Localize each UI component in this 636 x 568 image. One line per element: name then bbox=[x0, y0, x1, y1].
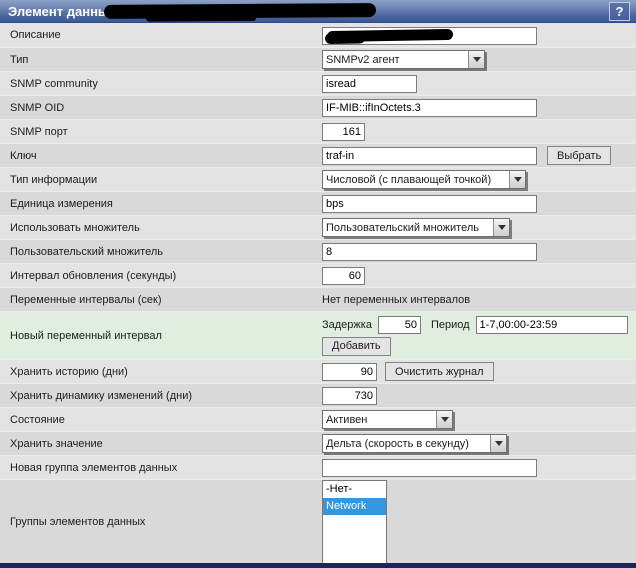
row-store-value: Хранить значение Дельта (скорость в секу… bbox=[0, 431, 636, 455]
chevron-down-icon bbox=[493, 219, 509, 236]
row-keep-trends: Хранить динамику изменений (дни) bbox=[0, 383, 636, 407]
type-select[interactable]: SNMPv2 агент bbox=[322, 50, 485, 69]
period-label: Период bbox=[430, 318, 470, 331]
row-units: Единица измерения bbox=[0, 191, 636, 215]
keep-trends-label: Хранить динамику изменений (дни) bbox=[10, 389, 193, 402]
store-value-label: Хранить значение bbox=[10, 437, 103, 450]
keep-trends-input[interactable] bbox=[322, 386, 377, 405]
keep-history-label: Хранить историю (дни) bbox=[10, 365, 128, 378]
row-app-groups: Группы элементов данных -Нет- Network bbox=[0, 479, 636, 564]
chevron-down-icon bbox=[509, 171, 525, 188]
key-input[interactable] bbox=[322, 146, 537, 165]
update-interval-label: Интервал обновления (секунды) bbox=[10, 269, 177, 282]
list-item[interactable]: Network bbox=[323, 498, 386, 515]
chevron-down-icon bbox=[468, 51, 484, 68]
row-key: Ключ Выбрать bbox=[0, 143, 636, 167]
add-interval-button[interactable]: Добавить bbox=[322, 336, 391, 356]
snmp-oid-input[interactable] bbox=[322, 98, 537, 117]
title-bar: Элемент данных ' ? bbox=[0, 0, 636, 23]
row-new-flex-interval: Новый переменный интервал Задержка Перио… bbox=[0, 311, 636, 359]
new-app-group-input[interactable] bbox=[322, 458, 537, 477]
row-type: Тип SNMPv2 агент bbox=[0, 47, 636, 71]
status-label: Состояние bbox=[10, 413, 65, 426]
title-redaction bbox=[103, 3, 377, 19]
units-label: Единица измерения bbox=[10, 197, 113, 210]
description-redaction bbox=[326, 28, 454, 42]
row-keep-history: Хранить историю (дни) Очистить журнал bbox=[0, 359, 636, 383]
custom-multiplier-label: Пользовательский множитель bbox=[10, 245, 163, 258]
flex-intervals-value: Нет переменных интервалов bbox=[322, 293, 471, 306]
period-input[interactable] bbox=[475, 315, 628, 334]
chevron-down-icon bbox=[436, 411, 452, 428]
snmp-oid-label: SNMP OID bbox=[10, 101, 65, 114]
row-snmp-port: SNMP порт bbox=[0, 119, 636, 143]
info-type-select[interactable]: Числовой (с плавающей точкой) bbox=[322, 170, 526, 189]
store-value-select[interactable]: Дельта (скорость в секунду) bbox=[322, 434, 507, 453]
delay-label: Задержка bbox=[322, 318, 372, 331]
row-use-multiplier: Использовать множитель Пользовательский … bbox=[0, 215, 636, 239]
key-label: Ключ bbox=[10, 149, 37, 162]
row-status: Состояние Активен bbox=[0, 407, 636, 431]
info-type-label: Тип информации bbox=[10, 173, 98, 186]
flex-intervals-label: Переменные интервалы (сек) bbox=[10, 293, 162, 306]
app-groups-label: Группы элементов данных bbox=[10, 515, 146, 528]
list-item[interactable]: -Нет- bbox=[323, 481, 386, 498]
snmp-port-input[interactable] bbox=[322, 122, 365, 141]
row-update-interval: Интервал обновления (секунды) bbox=[0, 263, 636, 287]
clear-history-button[interactable]: Очистить журнал bbox=[385, 362, 494, 381]
type-label: Тип bbox=[10, 53, 29, 66]
item-config-window: Элемент данных ' ? Описание Тип SNMPv2 а… bbox=[0, 0, 636, 568]
bottom-bar bbox=[0, 563, 636, 568]
row-custom-multiplier: Пользовательский множитель bbox=[0, 239, 636, 263]
description-label: Описание bbox=[10, 29, 61, 41]
form-rows: Описание Тип SNMPv2 агент SNMP community bbox=[0, 23, 636, 564]
custom-multiplier-input[interactable] bbox=[322, 242, 537, 261]
row-info-type: Тип информации Числовой (с плавающей точ… bbox=[0, 167, 636, 191]
row-flex-intervals: Переменные интервалы (сек) Нет переменны… bbox=[0, 287, 636, 311]
delay-input[interactable] bbox=[377, 315, 421, 334]
app-groups-listbox[interactable]: -Нет- Network bbox=[322, 480, 387, 564]
status-select[interactable]: Активен bbox=[322, 410, 453, 429]
chevron-down-icon bbox=[490, 435, 506, 452]
units-input[interactable] bbox=[322, 194, 537, 213]
use-multiplier-label: Использовать множитель bbox=[10, 221, 140, 234]
snmp-community-input[interactable] bbox=[322, 74, 417, 93]
snmp-community-label: SNMP community bbox=[10, 77, 98, 90]
keep-history-input[interactable] bbox=[322, 362, 377, 381]
row-snmp-oid: SNMP OID bbox=[0, 95, 636, 119]
row-new-app-group: Новая группа элементов данных bbox=[0, 455, 636, 479]
new-app-group-label: Новая группа элементов данных bbox=[10, 461, 178, 474]
update-interval-input[interactable] bbox=[322, 266, 365, 285]
snmp-port-label: SNMP порт bbox=[10, 125, 68, 138]
select-key-button[interactable]: Выбрать bbox=[547, 146, 612, 165]
row-snmp-community: SNMP community bbox=[0, 71, 636, 95]
row-description: Описание bbox=[0, 23, 636, 47]
new-flex-interval-label: Новый переменный интервал bbox=[10, 329, 162, 342]
help-button[interactable]: ? bbox=[609, 2, 630, 21]
use-multiplier-select[interactable]: Пользовательский множитель bbox=[322, 218, 510, 237]
